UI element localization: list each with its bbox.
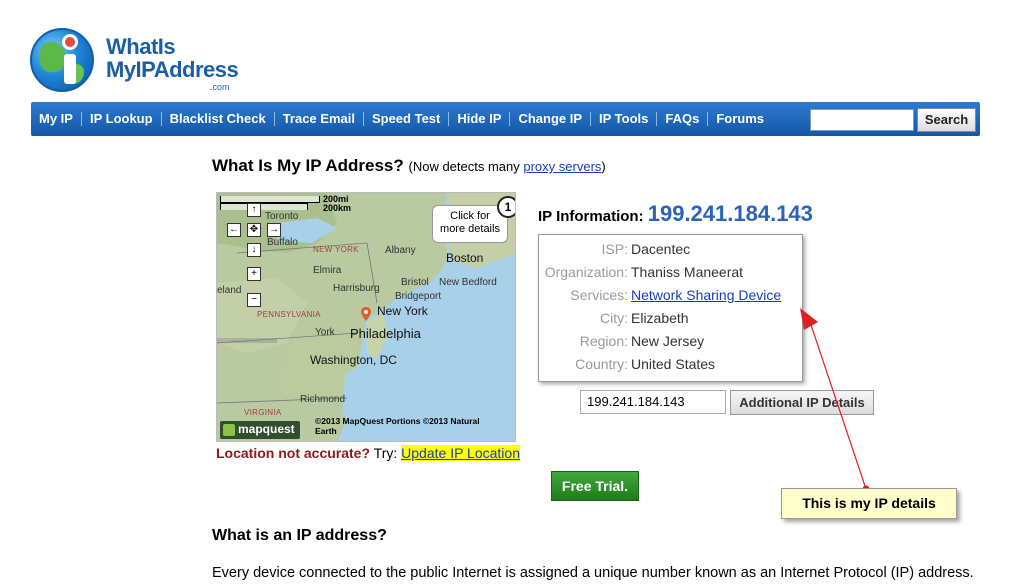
map-label-pennsylvania: PENNSYLVANIA bbox=[257, 310, 321, 319]
location-accuracy-line: Location not accurate? Try: Update IP Lo… bbox=[216, 445, 520, 461]
map-label-new-york: New York bbox=[377, 304, 428, 318]
ip-row-value: United States bbox=[631, 356, 716, 372]
pan-up-icon[interactable]: ↑ bbox=[247, 203, 261, 217]
map-label-eland: eland bbox=[217, 285, 242, 296]
pan-down-icon[interactable]: ↓ bbox=[247, 243, 261, 257]
copyright-line1: ©2013 MapQuest Portions ©2013 Natural bbox=[315, 416, 480, 426]
pan-center-icon[interactable]: ✥ bbox=[247, 223, 261, 237]
mapquest-logo[interactable]: mapquest bbox=[220, 421, 300, 439]
free-trial-button[interactable]: Free Trial. bbox=[551, 471, 639, 501]
section-heading: What is an IP address? bbox=[212, 527, 387, 544]
nav-speed-test[interactable]: Speed Test bbox=[364, 102, 448, 136]
nav-links: My IP IP Lookup Blacklist Check Trace Em… bbox=[31, 102, 772, 136]
site-logo[interactable]: WhatIs MyIPAddress .com bbox=[30, 26, 240, 96]
tooltip-line1: Click for bbox=[450, 210, 490, 222]
map-label-bristol: Bristol bbox=[401, 277, 429, 288]
logo-suffix: .com bbox=[210, 82, 230, 92]
ip-row-value: New Jersey bbox=[631, 333, 705, 349]
ip-lookup-input[interactable]: 199.241.184.143 bbox=[580, 390, 726, 414]
ip-row-key: Services: bbox=[570, 287, 628, 303]
nav-ip-lookup[interactable]: IP Lookup bbox=[82, 102, 161, 136]
ip-row-services: Services: Network Sharing Device bbox=[539, 287, 804, 309]
ip-address-value: 199.241.184.143 bbox=[647, 201, 813, 226]
update-location-link[interactable]: Update IP Location bbox=[401, 445, 520, 461]
ip-row-country: Country: United States bbox=[539, 356, 804, 378]
scale-km: 200km bbox=[323, 203, 352, 213]
location-map[interactable]: 200mi 200km ↑ ← ✥ → ↓ + − Toronto Buffal… bbox=[216, 192, 516, 442]
section-body: Every device connected to the public Int… bbox=[212, 565, 974, 581]
pan-right-icon[interactable]: → bbox=[267, 223, 281, 237]
page-title-text: What Is My IP Address? bbox=[212, 156, 404, 175]
map-label-boston: Boston bbox=[446, 251, 484, 265]
map-label-buffalo: Buffalo bbox=[267, 237, 298, 248]
ip-row-region: Region: New Jersey bbox=[539, 333, 804, 355]
location-pin-icon bbox=[361, 307, 371, 321]
map-tooltip[interactable]: Click for more details bbox=[432, 205, 508, 243]
ip-row-key: Organization: bbox=[544, 264, 628, 280]
location-try: Try: bbox=[370, 445, 402, 461]
page-title: What Is My IP Address? (Now detects many… bbox=[212, 156, 606, 176]
mapquest-brand: mapquest bbox=[238, 422, 295, 436]
ip-row-organization: Organization: Thaniss Maneerat bbox=[539, 264, 804, 286]
map-label-harrisburg: Harrisburg bbox=[333, 283, 380, 294]
ip-row-isp: ISP: Dacentec bbox=[539, 241, 804, 263]
ip-row-key: ISP: bbox=[601, 241, 628, 257]
ip-row-value: Dacentec bbox=[631, 241, 691, 257]
ip-row-city: City: Elizabeth bbox=[539, 310, 804, 332]
search-input[interactable] bbox=[810, 109, 914, 131]
additional-ip-details-button[interactable]: Additional IP Details bbox=[730, 390, 874, 415]
mapquest-icon bbox=[223, 424, 235, 436]
map-label-virginia: VIRGINIA bbox=[244, 408, 282, 417]
map-marker-badge[interactable]: 1 bbox=[497, 196, 515, 218]
ip-row-key: City: bbox=[600, 310, 628, 326]
ip-info-label: IP Information: bbox=[538, 208, 648, 225]
info-i-icon bbox=[58, 34, 80, 84]
nav-faqs[interactable]: FAQs bbox=[657, 102, 707, 136]
nav-hide-ip[interactable]: Hide IP bbox=[449, 102, 509, 136]
subtitle-prefix: (Now detects many bbox=[408, 159, 524, 174]
tooltip-line2: more details bbox=[440, 223, 500, 235]
ip-details-box: ISP: Dacentec Organization: Thaniss Maneer… bbox=[538, 234, 803, 382]
search-button[interactable]: Search bbox=[917, 108, 976, 132]
map-label-elmira: Elmira bbox=[313, 265, 342, 276]
map-copyright: ©2013 MapQuest Portions ©2013 Natural Ea… bbox=[315, 416, 515, 436]
ip-row-value: Elizabeth bbox=[631, 310, 689, 326]
nav-change-ip[interactable]: Change IP bbox=[510, 102, 590, 136]
zoom-in-icon[interactable]: + bbox=[247, 267, 261, 281]
map-label-bridgeport: Bridgeport bbox=[395, 291, 442, 302]
zoom-out-icon[interactable]: − bbox=[247, 293, 261, 307]
copyright-line2: Earth bbox=[315, 426, 337, 436]
services-link[interactable]: Network Sharing Device bbox=[631, 287, 781, 303]
ip-information-title: IP Information: 199.241.184.143 bbox=[538, 201, 813, 227]
page-subtitle: (Now detects many proxy servers) bbox=[409, 159, 606, 174]
logo-text-line2: MyIPAddress bbox=[106, 57, 239, 82]
map-scale-bar bbox=[220, 196, 320, 210]
map-label-richmond: Richmond bbox=[300, 394, 346, 405]
nav-ip-tools[interactable]: IP Tools bbox=[591, 102, 656, 136]
nav-forums[interactable]: Forums bbox=[708, 102, 772, 136]
nav-blacklist-check[interactable]: Blacklist Check bbox=[162, 102, 274, 136]
main-navbar: My IP IP Lookup Blacklist Check Trace Em… bbox=[31, 102, 980, 136]
ip-row-value: Thaniss Maneerat bbox=[631, 264, 744, 280]
map-label-new-bedford: New Bedford bbox=[439, 277, 497, 288]
pan-left-icon[interactable]: ← bbox=[227, 223, 241, 237]
map-label-toronto: Toronto bbox=[265, 211, 299, 222]
map-label-philadelphia: Philadelphia bbox=[350, 326, 421, 341]
nav-my-ip[interactable]: My IP bbox=[31, 102, 81, 136]
subtitle-suffix: ) bbox=[601, 159, 606, 174]
ip-row-key: Country: bbox=[575, 356, 628, 372]
location-warning: Location not accurate? bbox=[216, 445, 371, 461]
map-label-washington: Washington, DC bbox=[310, 353, 397, 367]
proxy-servers-link[interactable]: proxy servers bbox=[523, 159, 601, 174]
annotation-callout: This is my IP details bbox=[781, 488, 957, 519]
ip-row-key: Region: bbox=[579, 333, 628, 349]
map-label-albany: Albany bbox=[385, 245, 416, 256]
nav-trace-email[interactable]: Trace Email bbox=[275, 102, 363, 136]
map-label-new-york-state: NEW YORK bbox=[313, 245, 359, 254]
map-label-york: York bbox=[315, 327, 335, 338]
